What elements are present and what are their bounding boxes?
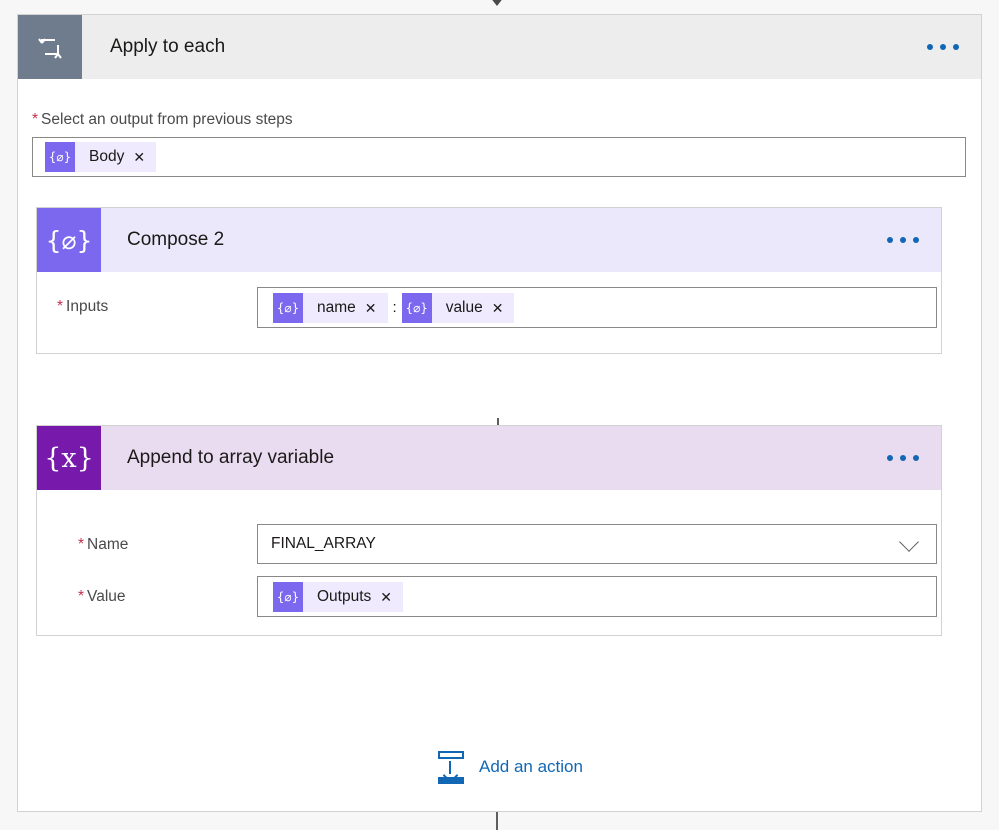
compose-icon: {⌀} xyxy=(37,208,101,272)
apply-to-each-title: Apply to each xyxy=(110,36,226,57)
compose-icon-glyph: {⌀} xyxy=(45,225,93,255)
append-to-array-variable-title: Append to array variable xyxy=(127,447,335,468)
ellipsis-dot xyxy=(887,237,893,243)
token-label: name xyxy=(317,298,356,316)
ellipsis-dot xyxy=(940,44,946,50)
variable-icon: {x} xyxy=(37,426,101,490)
ellipsis-dot xyxy=(900,455,906,461)
ellipsis-dot xyxy=(913,237,919,243)
loop-icon xyxy=(18,15,82,79)
compose-2-title: Compose 2 xyxy=(127,229,225,250)
compose-2-header[interactable]: {⌀} Compose 2 xyxy=(37,208,941,272)
select-output-label: * Select an output from previous steps xyxy=(32,111,293,128)
chevron-down-icon[interactable] xyxy=(899,531,919,552)
append-to-array-variable-card: {x} Append to array variable * Name FINAL… xyxy=(36,425,942,636)
token-label: Outputs xyxy=(317,587,372,605)
name-dropdown-value: FINAL_ARRAY xyxy=(271,535,376,552)
key-value-separator: : xyxy=(392,299,397,316)
inputs-label: * Inputs xyxy=(57,298,109,315)
connector-arrowhead xyxy=(486,0,508,6)
token-label: value xyxy=(445,298,483,316)
required-indicator: * xyxy=(78,536,85,553)
dynamic-token-value[interactable]: {⌀} value ✕ xyxy=(401,292,515,323)
remove-token-icon[interactable]: ✕ xyxy=(133,150,156,164)
required-indicator: * xyxy=(32,111,39,128)
apply-to-each-card: Apply to each * Select an output from pre… xyxy=(17,14,982,812)
add-action-icon-bottom-bar xyxy=(438,777,464,784)
compose-2-card: {⌀} Compose 2 * Inputs {⌀} name ✕: {⌀} … xyxy=(36,207,942,354)
value-label: * Value xyxy=(78,588,126,605)
expression-icon: {⌀} xyxy=(45,142,75,172)
connector-out-of-scope xyxy=(496,812,498,830)
ellipsis-dot xyxy=(953,44,959,50)
value-input[interactable]: {⌀} Outputs ✕ xyxy=(257,576,937,617)
remove-token-icon[interactable]: ✕ xyxy=(492,301,515,315)
flow-designer-canvas: Apply to each * Select an output from pre… xyxy=(0,0,999,830)
ellipsis-dot xyxy=(927,44,933,50)
name-label: * Name xyxy=(78,536,129,553)
required-indicator: * xyxy=(78,588,85,605)
apply-to-each-menu-button[interactable] xyxy=(927,44,959,50)
dynamic-token-body[interactable]: {⌀} Body ✕ xyxy=(45,142,157,172)
variable-icon-glyph: {x} xyxy=(44,442,94,474)
add-action-icon-top-bar xyxy=(438,751,464,759)
name-dropdown[interactable]: FINAL_ARRAY xyxy=(257,524,937,564)
add-an-action-button[interactable]: Add an action xyxy=(436,750,583,784)
expression-icon: {⌀} xyxy=(273,581,303,612)
ellipsis-dot xyxy=(913,455,919,461)
add-action-icon xyxy=(436,750,466,784)
expression-icon: {⌀} xyxy=(401,292,432,323)
dynamic-token-outputs[interactable]: {⌀} Outputs ✕ xyxy=(273,581,404,612)
add-an-action-label: Add an action xyxy=(479,757,583,776)
required-indicator: * xyxy=(57,298,64,315)
remove-token-icon[interactable]: ✕ xyxy=(380,590,403,604)
select-output-input[interactable]: {⌀} Body ✕ xyxy=(32,137,966,177)
remove-token-icon[interactable]: ✕ xyxy=(365,301,388,315)
token-label: Body xyxy=(89,148,125,165)
expression-icon: {⌀} xyxy=(273,292,303,323)
dynamic-token-name[interactable]: {⌀} name ✕ xyxy=(273,292,388,323)
ellipsis-dot xyxy=(900,237,906,243)
apply-to-each-header[interactable]: Apply to each xyxy=(18,15,981,79)
append-to-array-variable-menu-button[interactable] xyxy=(887,455,919,461)
ellipsis-dot xyxy=(887,455,893,461)
append-to-array-variable-header[interactable]: {x} Append to array variable xyxy=(37,426,941,490)
inputs-input[interactable]: {⌀} name ✕ : {⌀} value ✕ xyxy=(257,287,937,328)
compose-2-menu-button[interactable] xyxy=(887,237,919,243)
